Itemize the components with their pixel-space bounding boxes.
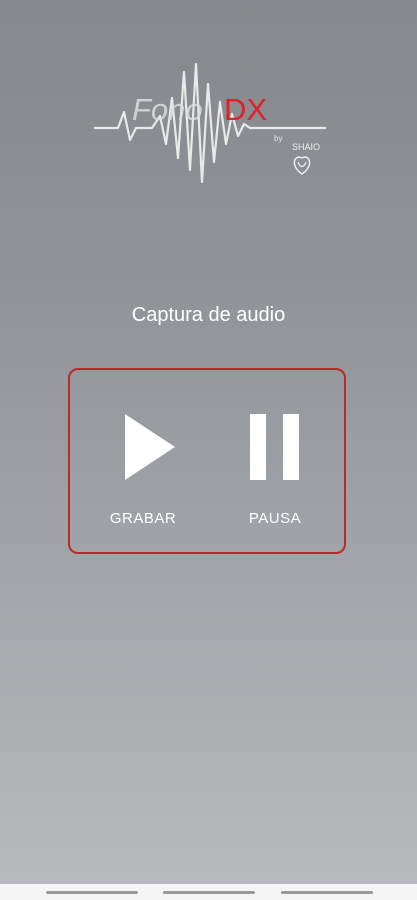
record-button[interactable]: GRABAR: [88, 370, 198, 556]
nav-handle[interactable]: [281, 891, 373, 894]
pause-button[interactable]: PAUSA: [220, 370, 330, 556]
play-icon: [125, 414, 175, 480]
heart-emblem-icon: [293, 156, 311, 175]
pause-icon: [250, 414, 299, 480]
nav-handle[interactable]: [46, 891, 138, 894]
pause-label: PAUSA: [248, 510, 302, 527]
fonodx-logo: Fono DX by SHAIO: [90, 58, 330, 188]
heartbeat-waveform-icon: Fono DX by SHAIO: [94, 62, 326, 184]
system-navigation-bar: [0, 884, 417, 900]
nav-handle[interactable]: [163, 891, 255, 894]
screen-title: Captura de audio: [131, 304, 286, 326]
logo-name-part2: DX: [224, 92, 267, 127]
record-label: GRABAR: [109, 510, 177, 527]
audio-control-panel: GRABAR PAUSA: [68, 368, 346, 554]
logo-name-part1: Fono: [132, 92, 203, 127]
logo-org-name: SHAIO: [292, 142, 320, 152]
logo-by-text: by: [274, 134, 282, 143]
